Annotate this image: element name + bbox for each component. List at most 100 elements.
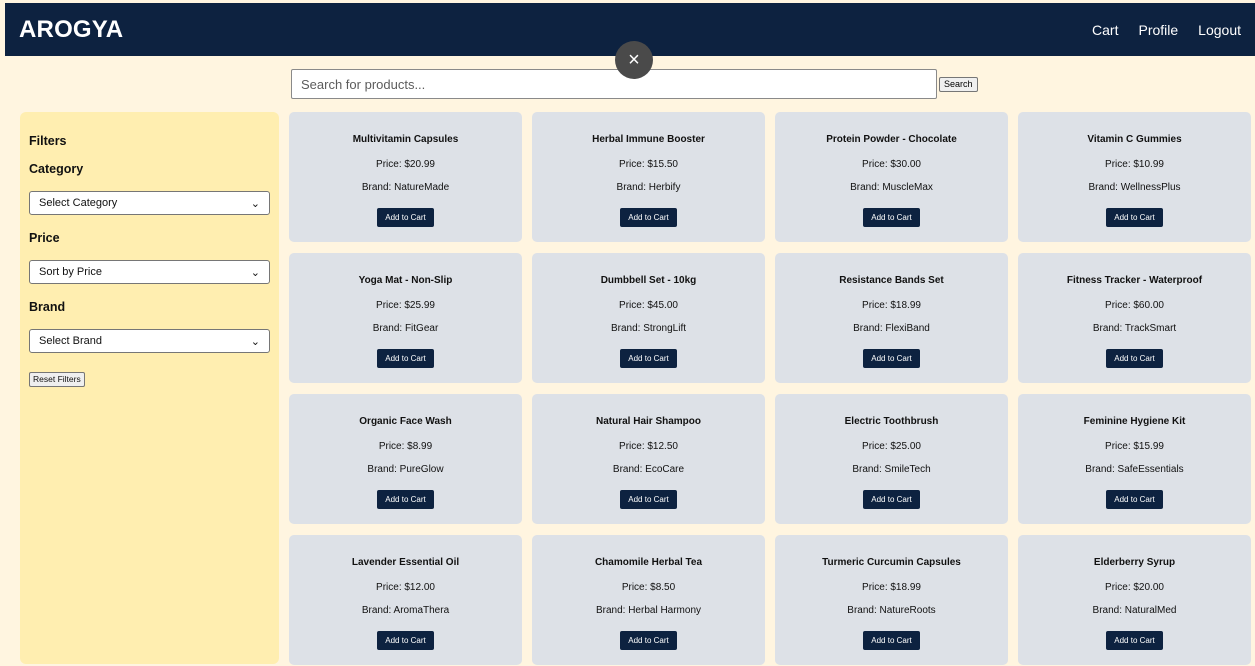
product-card: Electric Toothbrush Price: $25.00 Brand: S…	[775, 394, 1008, 524]
product-price: Price: $8.99	[378, 441, 433, 452]
product-price: Price: $20.99	[376, 159, 435, 170]
product-brand: Brand: Herbify	[616, 182, 681, 193]
product-price: Price: $8.50	[621, 582, 676, 593]
product-brand: Brand: MuscleMax	[850, 182, 933, 193]
brand-select[interactable]: Select Brand ⌄	[29, 329, 270, 353]
product-brand: Brand: TrackSmart	[1092, 323, 1177, 334]
product-name: Vitamin C Gummies	[1087, 134, 1182, 145]
add-to-cart-button[interactable]: Add to Cart	[620, 208, 677, 227]
product-card: Organic Face Wash Price: $8.99 Brand: Pure…	[289, 394, 522, 524]
product-card: Natural Hair Shampoo Price: $12.50 Brand: …	[532, 394, 765, 524]
product-price: Price: $12.50	[619, 441, 678, 452]
product-name: Natural Hair Shampoo	[595, 416, 702, 427]
search-button[interactable]: Search	[939, 76, 978, 92]
product-card: Multivitamin Capsules Price: $20.99 Brand:…	[289, 112, 522, 242]
product-brand: Brand: NatureMade	[361, 182, 450, 193]
chevron-down-icon: ⌄	[250, 266, 260, 279]
product-brand: Brand: WellnessPlus	[1088, 182, 1181, 193]
product-card: Fitness Tracker - Waterproof Price: $60.0…	[1018, 253, 1251, 383]
product-brand: Brand: SafeEssentials	[1085, 464, 1184, 475]
product-name: Turmeric Curcumin Capsules	[822, 557, 961, 568]
product-name: Organic Face Wash	[359, 416, 452, 427]
product-name: Electric Toothbrush	[844, 416, 939, 427]
product-price: Price: $25.00	[862, 441, 921, 452]
product-name: Yoga Mat - Non-Slip	[358, 275, 453, 286]
chevron-down-icon: ⌄	[250, 197, 260, 210]
add-to-cart-button[interactable]: Add to Cart	[377, 349, 434, 368]
product-brand: Brand: FitGear	[372, 323, 439, 334]
product-price: Price: $15.50	[619, 159, 678, 170]
product-card: Feminine Hygiene Kit Price: $15.99 Brand: …	[1018, 394, 1251, 524]
brand-select-value: Select Brand	[39, 335, 102, 347]
product-brand: Brand: FlexiBand	[853, 323, 930, 334]
add-to-cart-button[interactable]: Add to Cart	[1106, 490, 1163, 509]
product-brand: Brand: NaturalMed	[1092, 605, 1177, 616]
filters-title: Filters	[29, 134, 67, 148]
product-brand: Brand: SmileTech	[852, 464, 931, 475]
chevron-down-icon: ⌄	[250, 335, 260, 348]
price-select-value: Sort by Price	[39, 266, 102, 278]
product-price: Price: $10.99	[1105, 159, 1164, 170]
nav-profile-link[interactable]: Profile	[1138, 22, 1178, 38]
product-price: Price: $45.00	[619, 300, 678, 311]
product-card: Herbal Immune Booster Price: $15.50 Brand:…	[532, 112, 765, 242]
category-label: Category	[29, 162, 84, 176]
add-to-cart-button[interactable]: Add to Cart	[863, 349, 920, 368]
product-card: Resistance Bands Set Price: $18.99 Brand: …	[775, 253, 1008, 383]
brand-label: Brand	[29, 300, 66, 314]
product-card: Dumbbell Set - 10kg Price: $45.00 Brand: S…	[532, 253, 765, 383]
product-name: Chamomile Herbal Tea	[594, 557, 703, 568]
nav-links: Cart Profile Logout	[1092, 22, 1241, 38]
add-to-cart-button[interactable]: Add to Cart	[1106, 208, 1163, 227]
product-brand: Brand: NatureRoots	[847, 605, 936, 616]
price-select[interactable]: Sort by Price ⌄	[29, 260, 270, 284]
add-to-cart-button[interactable]: Add to Cart	[377, 631, 434, 650]
product-card: Turmeric Curcumin Capsules Price: $18.99 B…	[775, 535, 1008, 665]
product-brand: Brand: PureGlow	[367, 464, 444, 475]
add-to-cart-button[interactable]: Add to Cart	[863, 490, 920, 509]
product-price: Price: $18.99	[862, 300, 921, 311]
product-brand: Brand: Herbal Harmony	[595, 605, 702, 616]
price-label: Price	[29, 231, 60, 245]
product-grid: Multivitamin Capsules Price: $20.99 Brand:…	[289, 112, 1251, 665]
product-name: Fitness Tracker - Waterproof	[1066, 275, 1203, 286]
product-price: Price: $30.00	[862, 159, 921, 170]
add-to-cart-button[interactable]: Add to Cart	[377, 208, 434, 227]
add-to-cart-button[interactable]: Add to Cart	[620, 490, 677, 509]
product-name: Elderberry Syrup	[1093, 557, 1176, 568]
product-name: Herbal Immune Booster	[592, 134, 705, 145]
product-price: Price: $18.99	[862, 582, 921, 593]
filters-sidebar: Filters Category Select Category ⌄ Price…	[20, 112, 279, 664]
category-select[interactable]: Select Category ⌄	[29, 191, 270, 215]
add-to-cart-button[interactable]: Add to Cart	[620, 349, 677, 368]
product-card: Chamomile Herbal Tea Price: $8.50 Brand: H…	[532, 535, 765, 665]
close-icon[interactable]: ×	[615, 41, 653, 79]
reset-filters-button[interactable]: Reset Filters	[29, 372, 85, 387]
product-price: Price: $60.00	[1105, 300, 1164, 311]
add-to-cart-button[interactable]: Add to Cart	[1106, 349, 1163, 368]
product-price: Price: $15.99	[1105, 441, 1164, 452]
product-price: Price: $12.00	[376, 582, 435, 593]
search-input[interactable]	[291, 69, 937, 99]
product-name: Lavender Essential Oil	[351, 557, 460, 568]
add-to-cart-button[interactable]: Add to Cart	[377, 490, 434, 509]
logo[interactable]: AROGYA	[19, 16, 123, 44]
product-name: Dumbbell Set - 10kg	[600, 275, 697, 286]
add-to-cart-button[interactable]: Add to Cart	[863, 631, 920, 650]
product-brand: Brand: AromaThera	[361, 605, 450, 616]
nav-cart-link[interactable]: Cart	[1092, 22, 1118, 38]
product-price: Price: $25.99	[376, 300, 435, 311]
add-to-cart-button[interactable]: Add to Cart	[863, 208, 920, 227]
product-price: Price: $20.00	[1105, 582, 1164, 593]
product-card: Elderberry Syrup Price: $20.00 Brand: Natu…	[1018, 535, 1251, 665]
product-name: Feminine Hygiene Kit	[1083, 416, 1186, 427]
add-to-cart-button[interactable]: Add to Cart	[620, 631, 677, 650]
nav-logout-link[interactable]: Logout	[1198, 22, 1241, 38]
product-name: Resistance Bands Set	[839, 275, 944, 286]
product-brand: Brand: EcoCare	[612, 464, 685, 475]
product-brand: Brand: StrongLift	[610, 323, 687, 334]
add-to-cart-button[interactable]: Add to Cart	[1106, 631, 1163, 650]
category-select-value: Select Category	[39, 197, 118, 209]
product-name: Multivitamin Capsules	[352, 134, 459, 145]
product-card: Protein Powder - Chocolate Price: $30.00 B…	[775, 112, 1008, 242]
